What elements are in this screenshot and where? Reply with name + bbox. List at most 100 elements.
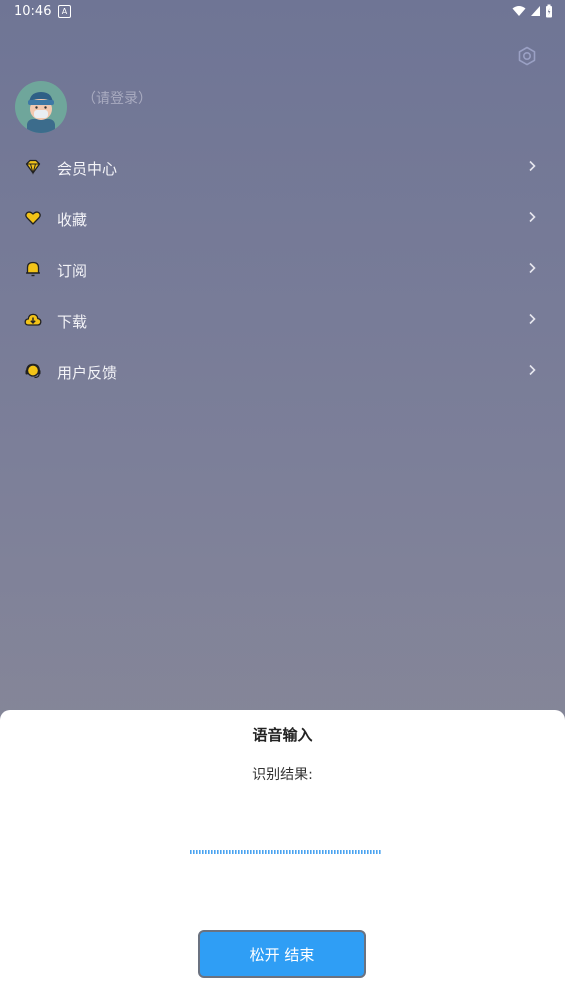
recognition-result-label: 识别结果: [252,767,313,783]
waveform-bar [325,850,327,854]
waveform-bar [334,850,336,854]
heart-icon [25,211,41,225]
waveform-bar [253,850,255,854]
waveform-bar [250,850,252,854]
menu-item-membership[interactable]: 会员中心 [0,142,565,193]
chevron-right-icon [529,160,536,172]
menu-item-feedback[interactable]: 用户反馈 [0,346,565,397]
waveform-bar [313,850,315,854]
menu-item-label: 订阅 [57,262,88,280]
waveform-bar [367,850,369,854]
waveform-bar [328,850,330,854]
waveform-bar [274,850,276,854]
waveform-bar [226,850,228,854]
avatar-person-icon [27,92,55,133]
waveform-bar [352,850,354,854]
waveform-bar [235,850,237,854]
menu-item-label: 下载 [57,313,88,331]
waveform-bar [358,850,360,854]
waveform-bar [289,850,291,854]
menu-item-subscription[interactable]: 订阅 [0,244,565,295]
menu-list: 会员中心 收藏 订阅 下载 用户反馈 [0,142,565,397]
waveform-bar [346,850,348,854]
waveform-bar [196,850,198,854]
waveform-bar [286,850,288,854]
waveform-bar [244,850,246,854]
waveform-bar [268,850,270,854]
headset-icon [25,363,41,379]
waveform-bar [193,850,195,854]
waveform-bar [220,850,222,854]
waveform-bar [241,850,243,854]
waveform-bar [217,850,219,854]
waveform-bar [208,850,210,854]
waveform-bar [190,850,192,854]
cloud-download-icon [24,313,42,326]
chevron-right-icon [529,211,536,223]
waveform-bar [280,850,282,854]
waveform-bar [337,850,339,854]
waveform-bar [349,850,351,854]
waveform-bar [331,850,333,854]
menu-item-favorites[interactable]: 收藏 [0,193,565,244]
waveform-bar [355,850,357,854]
menu-item-download[interactable]: 下载 [0,295,565,346]
voice-input-dialog: 语音输入 识别结果: 松开 结束 [0,710,565,1004]
dialog-title: 语音输入 [252,726,313,744]
settings-gear-icon[interactable] [515,44,539,68]
waveform-bar [277,850,279,854]
waveform-bar [223,850,225,854]
waveform-bar [199,850,201,854]
waveform-bar [310,850,312,854]
status-bar: 10:46 A [0,0,565,24]
waveform-bar [319,850,321,854]
notification-icon: A [58,5,71,18]
avatar[interactable] [15,81,67,133]
waveform-bar [262,850,264,854]
waveform-bar [229,850,231,854]
waveform-bar [376,850,378,854]
battery-icon [546,4,552,18]
menu-item-label: 会员中心 [57,160,118,178]
waveform-bar [298,850,300,854]
waveform-bar [232,850,234,854]
bell-icon [26,261,40,277]
waveform-bar [322,850,324,854]
waveform-bar [205,850,207,854]
waveform-bar [373,850,375,854]
waveform-bar [259,850,261,854]
waveform-bar [283,850,285,854]
waveform-bar [370,850,372,854]
waveform-bar [301,850,303,854]
diamond-icon [25,159,41,175]
waveform-bar [265,850,267,854]
menu-item-label: 用户反馈 [57,364,118,382]
waveform-bar [316,850,318,854]
login-prompt[interactable]: （请登录） [82,88,152,108]
release-to-end-button[interactable]: 松开 结束 [198,930,366,978]
menu-item-label: 收藏 [57,211,88,229]
wifi-icon [512,6,526,16]
status-icons [512,4,553,18]
waveform-bar [295,850,297,854]
waveform-bar [256,850,258,854]
waveform-bar [214,850,216,854]
waveform-bar [364,850,366,854]
waveform-bar [340,850,342,854]
chevron-right-icon [529,364,536,376]
waveform-bar [271,850,273,854]
waveform-bar [238,850,240,854]
chevron-right-icon [529,313,536,325]
waveform-bar [211,850,213,854]
waveform-bar [361,850,363,854]
waveform-bar [292,850,294,854]
waveform-bar [247,850,249,854]
waveform-bar [304,850,306,854]
status-time: 10:46 [14,4,52,19]
waveform-bar [379,850,381,854]
waveform-bar [307,850,309,854]
waveform-bar [343,850,345,854]
voice-waveform [190,850,381,854]
signal-icon [531,6,540,16]
waveform-bar [202,850,204,854]
